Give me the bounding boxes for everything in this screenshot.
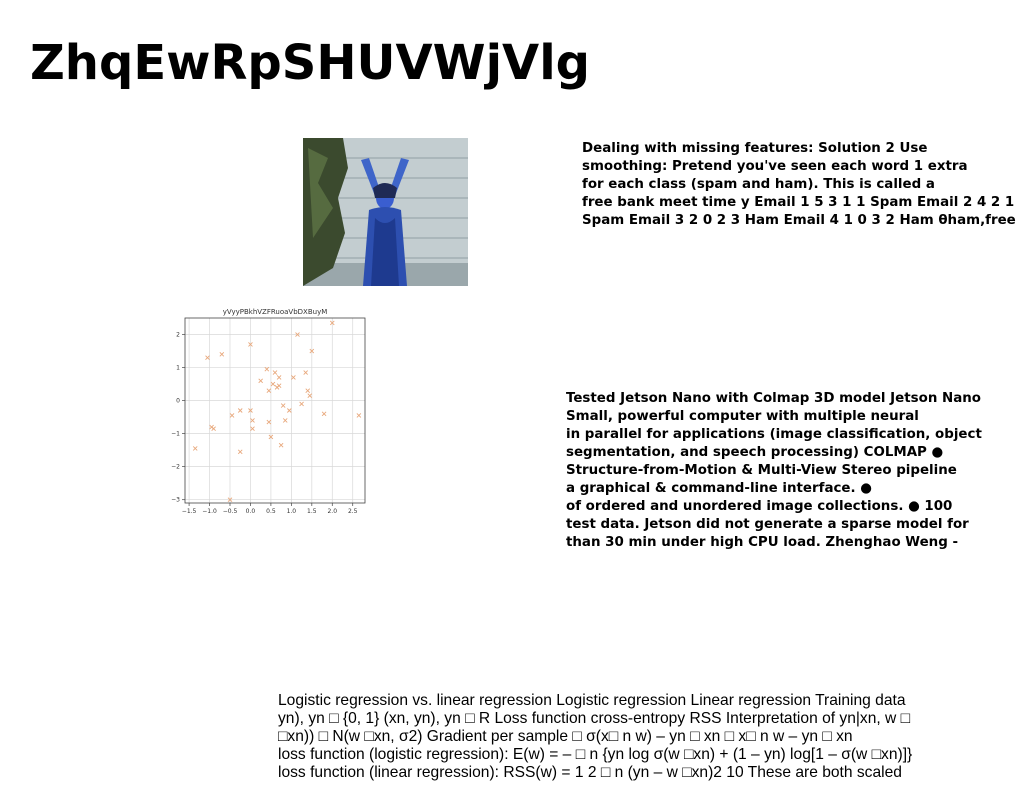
text-block-regression: Logistic regression vs. linear regressio… xyxy=(278,692,913,781)
scatter-point xyxy=(282,418,288,423)
text-block-smoothing: Dealing with missing features: Solution … xyxy=(582,141,1016,228)
x-tick-label: −1.0 xyxy=(202,508,217,515)
x-tick-label: 1.5 xyxy=(307,508,317,515)
scatter-point xyxy=(303,370,309,375)
scatter-point xyxy=(276,383,282,389)
scatter-point xyxy=(299,401,304,407)
scatter-point xyxy=(211,426,216,431)
y-tick-label: −2 xyxy=(171,464,180,471)
scatter-point xyxy=(237,408,243,413)
scatter-point xyxy=(229,413,235,418)
scatter-point xyxy=(219,352,225,357)
scatter-point xyxy=(291,375,296,380)
scatter-point xyxy=(258,378,263,384)
scatter-point xyxy=(272,370,278,375)
scatter-point xyxy=(305,388,311,393)
y-tick-label: 1 xyxy=(176,365,180,372)
y-tick-label: −3 xyxy=(171,497,180,504)
x-tick-label: 0.5 xyxy=(266,508,276,515)
scatter-point xyxy=(356,413,362,418)
slide-title: ZhqEwRpSHUVWjVlg xyxy=(30,35,591,91)
scatter-point xyxy=(286,408,292,413)
x-tick-label: 0.0 xyxy=(246,508,256,515)
y-tick-label: 2 xyxy=(176,332,180,339)
x-tick-label: 2.0 xyxy=(327,508,337,515)
scatter-point xyxy=(280,403,286,408)
y-tick-label: −1 xyxy=(171,431,180,438)
x-tick-label: −1.5 xyxy=(182,508,197,515)
plot-frame xyxy=(184,317,366,504)
scatter-point xyxy=(250,426,255,431)
x-tick-label: −0.5 xyxy=(223,508,238,515)
scatter-point xyxy=(266,419,272,425)
scatter-chart: yVyyPBkhVZFRuoaVbDXBuyM −1.5 −1.0 −0.5 0.0 0.… xyxy=(170,302,370,520)
scatter-point xyxy=(276,375,282,380)
woman-photo xyxy=(303,138,468,286)
chart-title: yVyyPBkhVZFRuoaVbDXBuyM xyxy=(223,308,328,316)
text-block-jetson: Tested Jetson Nano with Colmap 3D model … xyxy=(566,391,982,550)
x-tick-label: 1.0 xyxy=(287,508,297,515)
scatter-point xyxy=(205,355,210,360)
scatter-point xyxy=(266,388,272,393)
x-tick-label: 2.5 xyxy=(348,508,358,515)
scatter-point xyxy=(278,442,284,448)
scatter-point xyxy=(307,393,313,398)
scatter-point xyxy=(237,449,243,455)
scatter-point xyxy=(321,411,327,417)
scatter-point xyxy=(192,446,198,451)
y-tick-label: 0 xyxy=(176,398,180,405)
scatter-point xyxy=(250,418,255,423)
scatter-point xyxy=(270,381,276,387)
